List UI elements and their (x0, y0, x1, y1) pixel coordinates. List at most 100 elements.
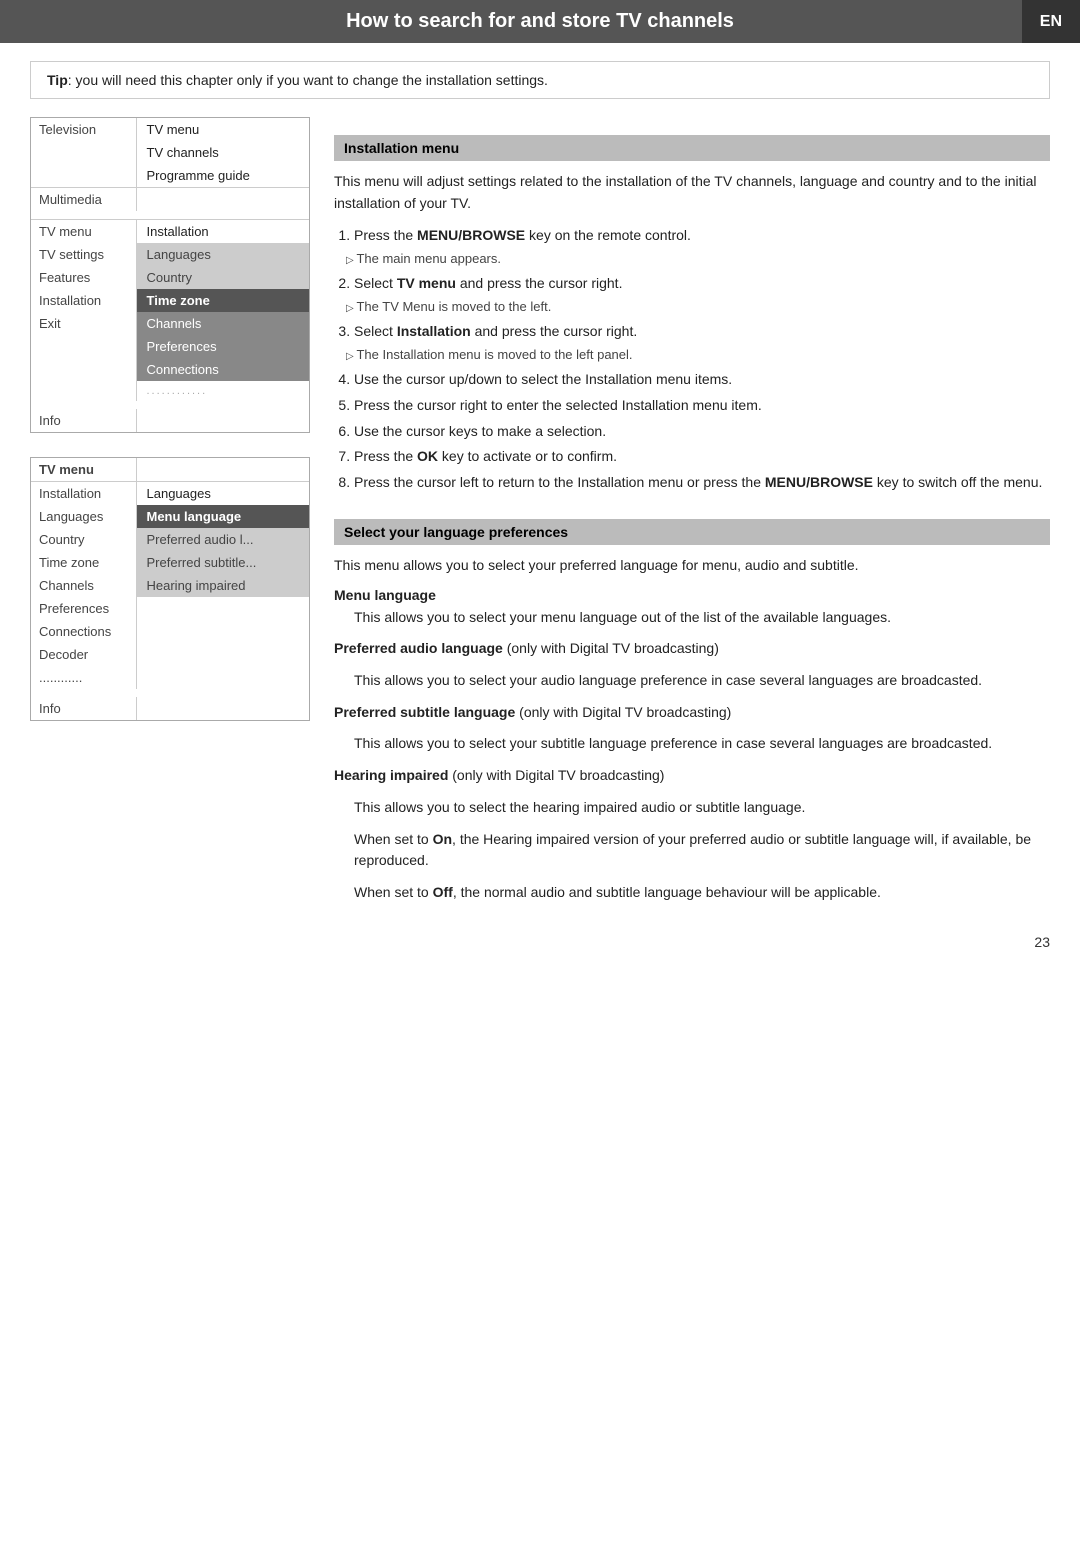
menu-cell-left: Exit (31, 312, 136, 335)
menu-row: Info (31, 697, 309, 720)
hearing-impaired-text2: When set to On, the Hearing impaired ver… (334, 829, 1050, 872)
menu-cell-left: Languages (31, 505, 136, 528)
menu-cell-right: Connections (136, 358, 309, 381)
menu-row-dots: ............ (31, 381, 309, 401)
list-item: Press the cursor right to enter the sele… (354, 394, 1050, 418)
menu-cell-right: ............ (136, 381, 309, 401)
list-item: Press the OK key to activate or to confi… (354, 445, 1050, 469)
list-item: Use the cursor up/down to select the Ins… (354, 368, 1050, 392)
menu-row: Exit Channels (31, 312, 309, 335)
menu-row: TV menu (31, 458, 309, 482)
menu-row: Preferences (31, 335, 309, 358)
menu-cell-right (136, 188, 309, 212)
menu-cell-right: Languages (136, 482, 309, 506)
menu-cell-left: Connections (31, 620, 136, 643)
menu-cell-left (31, 381, 136, 401)
menu-cell-right: Hearing impaired (136, 574, 309, 597)
menu-cell-right: Languages (136, 243, 309, 266)
menu-cell-left: TV settings (31, 243, 136, 266)
menu-row-selected: Languages Menu language (31, 505, 309, 528)
menu-row: Programme guide (31, 164, 309, 188)
menu-cell-left: Installation (31, 482, 136, 506)
list-item: Press the MENU/BROWSE key on the remote … (354, 224, 1050, 270)
menu-cell-left: Info (31, 697, 136, 720)
menu-row: TV settings Languages (31, 243, 309, 266)
menu-cell-left: Television (31, 118, 136, 141)
menu-row: Television TV menu (31, 118, 309, 141)
menu-panel-1: Television TV menu TV channels Programme… (30, 117, 310, 433)
menu-cell-right: Preferred subtitle... (136, 551, 309, 574)
sub-list-item: The TV Menu is moved to the left. (346, 296, 1050, 318)
menu-row: Connections (31, 620, 309, 643)
right-column: Installation menu This menu will adjust … (334, 117, 1050, 914)
menu-cell-left: Multimedia (31, 188, 136, 212)
preferred-subtitle-text: This allows you to select your subtitle … (334, 733, 1050, 755)
menu-cell-right (136, 666, 309, 689)
hearing-impaired-off-bold: Off (433, 884, 453, 900)
menu-row: Decoder (31, 643, 309, 666)
menu-cell-left: Installation (31, 289, 136, 312)
hearing-impaired-heading: Hearing impaired (334, 767, 448, 783)
section2-heading: Select your language preferences (334, 519, 1050, 545)
menu-row-selected: Installation Time zone (31, 289, 309, 312)
menu-cell-left (31, 141, 136, 164)
menu-cell-left: TV menu (31, 458, 136, 482)
hearing-impaired-on-rest: , the Hearing impaired version of your p… (354, 831, 1031, 869)
tip-text: : you will need this chapter only if you… (68, 72, 548, 88)
hearing-impaired-text1: This allows you to select the hearing im… (334, 797, 1050, 819)
menu-cell-left: Decoder (31, 643, 136, 666)
menu-cell-right (136, 597, 309, 620)
menu-row-spacer (31, 211, 309, 220)
menu-cell-left: Country (31, 528, 136, 551)
list-item: Use the cursor keys to make a selection. (354, 420, 1050, 444)
menu-cell-right (136, 643, 309, 666)
menu-cell-left (31, 358, 136, 381)
menu-cell-right: Menu language (136, 505, 309, 528)
hearing-impaired-off-start: When set to (354, 884, 433, 900)
tip-box: Tip: you will need this chapter only if … (30, 61, 1050, 99)
menu-cell-left (31, 164, 136, 188)
preferred-subtitle-qualifier: (only with Digital TV broadcasting) (515, 704, 731, 720)
menu-cell-left: Preferences (31, 597, 136, 620)
section1-heading: Installation menu (334, 135, 1050, 161)
main-content: Television TV menu TV channels Programme… (30, 117, 1050, 914)
list-item: Select TV menu and press the cursor righ… (354, 272, 1050, 318)
preferred-audio-para: Preferred audio language (only with Digi… (334, 638, 1050, 660)
hearing-impaired-off-rest: , the normal audio and subtitle language… (453, 884, 881, 900)
menu-row-spacer (31, 689, 309, 697)
menu-row: TV menu Installation (31, 220, 309, 244)
menu-row-dots: ............ (31, 666, 309, 689)
page-header: How to search for and store TV channels … (0, 0, 1080, 43)
menu-panel-2: TV menu Installation Languages Languages… (30, 457, 310, 721)
menu-row-spacer (31, 401, 309, 409)
menu-cell-right: Country (136, 266, 309, 289)
list-item: Press the cursor left to return to the I… (354, 471, 1050, 495)
menu-cell-right: Programme guide (136, 164, 309, 188)
tip-label: Tip (47, 72, 68, 88)
hearing-impaired-on-start: When set to (354, 831, 433, 847)
bold-text: TV menu (397, 275, 456, 291)
menu-cell-right: Installation (136, 220, 309, 244)
menu-row: Multimedia (31, 188, 309, 212)
list-item: Select Installation and press the cursor… (354, 320, 1050, 366)
hearing-impaired-on-bold: On (433, 831, 452, 847)
menu-row: Time zone Preferred subtitle... (31, 551, 309, 574)
menu-cell-right: Time zone (136, 289, 309, 312)
preferred-subtitle-para: Preferred subtitle language (only with D… (334, 702, 1050, 724)
menu-cell-right: Channels (136, 312, 309, 335)
language-badge: EN (1022, 0, 1080, 43)
menu-cell-right (136, 458, 309, 482)
preferred-audio-text: This allows you to select your audio lan… (334, 670, 1050, 692)
bold-text: OK (417, 448, 438, 464)
menu-row: Features Country (31, 266, 309, 289)
menu-cell-left: Info (31, 409, 136, 432)
preferred-subtitle-heading: Preferred subtitle language (334, 704, 515, 720)
bold-text: MENU/BROWSE (417, 227, 525, 243)
menu-cell-right (136, 697, 309, 720)
hearing-impaired-text3: When set to Off, the normal audio and su… (334, 882, 1050, 904)
menu-row: Info (31, 409, 309, 432)
bold-text: Installation (397, 323, 471, 339)
menu-cell-right (136, 620, 309, 643)
menu-language-heading: Menu language (334, 587, 1050, 603)
menu-row: Country Preferred audio l... (31, 528, 309, 551)
